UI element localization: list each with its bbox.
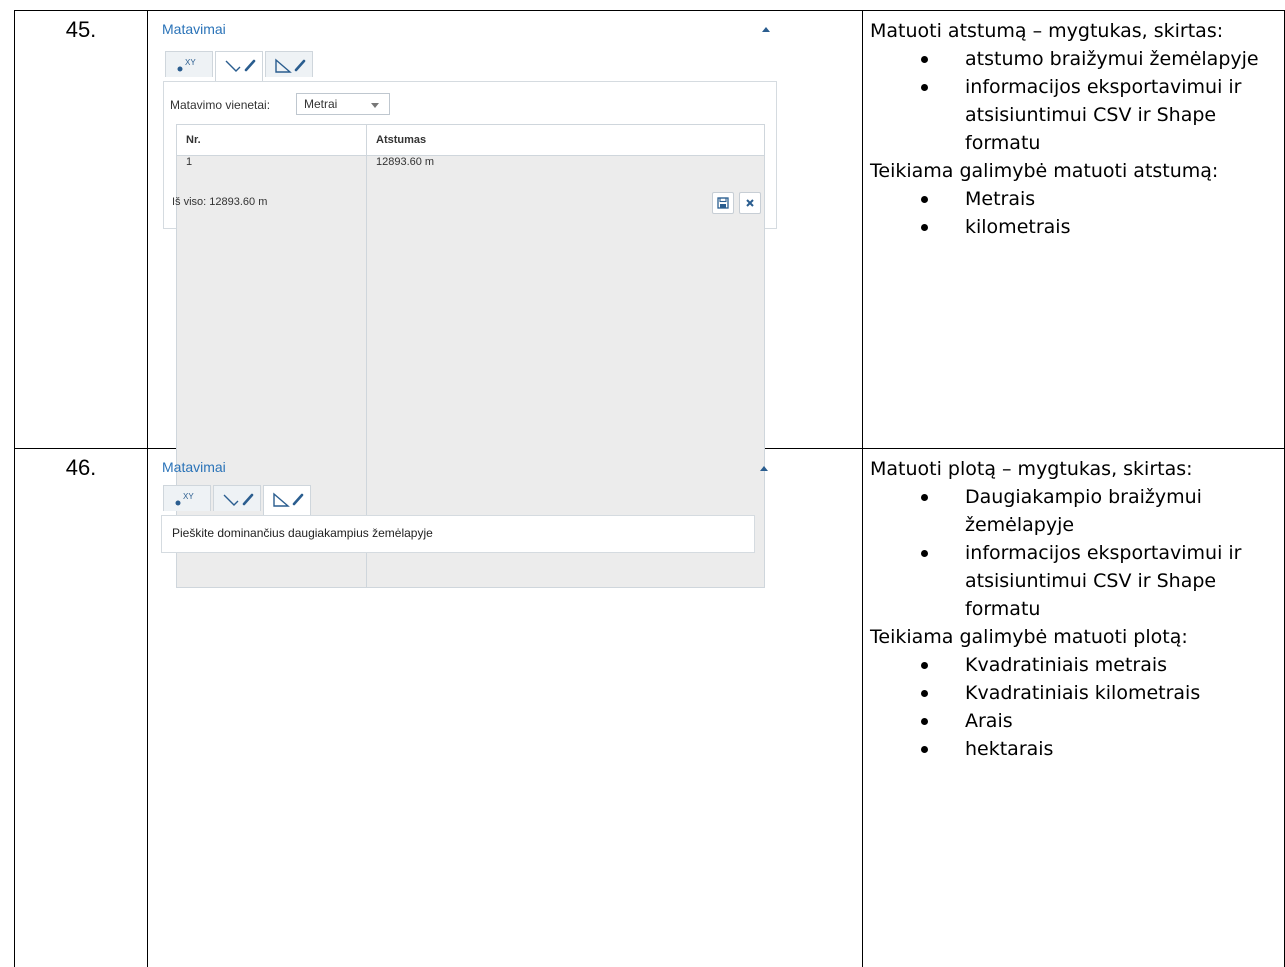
- description-cell: Matuoti plotą – mygtukas, skirtas: Daugi…: [863, 449, 1285, 967]
- drawing-hint: Pieškite dominančius daugiakampius žemėl…: [172, 526, 433, 540]
- row-number: 46.: [15, 449, 148, 967]
- panel-title: Matavimai: [162, 21, 226, 37]
- save-button[interactable]: [712, 192, 734, 214]
- list-item: Daugiakampio braižymui žemėlapyje: [965, 483, 1280, 539]
- collapse-icon[interactable]: [762, 27, 770, 32]
- purpose-list: atstumo braižymui žemėlapyje informacijo…: [870, 45, 1280, 157]
- chevron-down-icon: [371, 103, 379, 108]
- screenshot-cell: Matavimai XY: [148, 11, 863, 449]
- screenshot-cell: Matavimai XY: [148, 449, 863, 967]
- options-list: Metrais kilometrais: [870, 185, 1280, 241]
- description-intro: Matuoti atstumą – mygtukas, skirtas:: [870, 17, 1280, 45]
- column-header-nr: Nr.: [177, 125, 367, 156]
- measurement-panel-distance: Matavimai XY: [148, 11, 863, 442]
- units-select-value: Metrai: [304, 97, 337, 111]
- measurement-tabs: XY: [163, 485, 313, 515]
- area-measure-icon: [272, 55, 308, 77]
- save-icon: [717, 197, 729, 209]
- collapse-icon[interactable]: [760, 466, 768, 471]
- tab-point-xy[interactable]: XY: [163, 485, 211, 511]
- measurement-content: Pieškite dominančius daugiakampius žemėl…: [161, 515, 755, 553]
- purpose-list: Daugiakampio braižymui žemėlapyje inform…: [870, 483, 1280, 623]
- table-header-row: Nr. Atstumas: [177, 125, 765, 156]
- description-intro: Matuoti plotą – mygtukas, skirtas:: [870, 455, 1280, 483]
- total-distance: Iš viso: 12893.60 m: [172, 196, 267, 208]
- options-intro: Teikiama galimybė matuoti atstumą:: [870, 157, 1280, 185]
- line-measure-icon: [222, 55, 258, 77]
- document-table: 45. Matavimai XY: [14, 10, 1285, 967]
- list-item: Metrais: [965, 185, 1280, 213]
- point-xy-icon: XY: [170, 489, 204, 509]
- options-list: Kvadratiniais metrais Kvadratiniais kilo…: [870, 651, 1280, 763]
- units-select[interactable]: Metrai: [296, 93, 390, 115]
- clear-button[interactable]: [739, 192, 761, 214]
- line-measure-icon: [220, 489, 256, 511]
- description-cell: Matuoti atstumą – mygtukas, skirtas: ats…: [863, 11, 1285, 449]
- tab-area-measure[interactable]: [265, 51, 313, 77]
- units-label: Matavimo vienetai:: [170, 98, 270, 112]
- measurement-panel-area: Matavimai XY: [148, 449, 863, 961]
- measurement-content: Matavimo vienetai: Metrai Nr. Atstumas 1…: [163, 81, 777, 229]
- list-item: informacijos eksportavimui ir atsisiunti…: [965, 73, 1280, 157]
- tab-line-measure[interactable]: [213, 485, 261, 511]
- list-item: Kvadratiniais kilometrais: [965, 679, 1280, 707]
- point-xy-icon: XY: [172, 55, 206, 75]
- tab-line-measure[interactable]: [215, 51, 263, 81]
- svg-text:XY: XY: [183, 492, 194, 501]
- close-icon: [745, 198, 755, 208]
- area-measure-icon: [270, 489, 306, 511]
- list-item: atstumo braižymui žemėlapyje: [965, 45, 1280, 73]
- column-header-distance: Atstumas: [367, 125, 765, 156]
- list-item: Arais: [965, 707, 1280, 735]
- measurement-tabs: XY: [165, 51, 315, 81]
- options-intro: Teikiama galimybė matuoti plotą:: [870, 623, 1280, 651]
- list-item: hektarais: [965, 735, 1280, 763]
- tab-point-xy[interactable]: XY: [165, 51, 213, 77]
- list-item: informacijos eksportavimui ir atsisiunti…: [965, 539, 1280, 623]
- panel-title: Matavimai: [162, 459, 226, 475]
- row-number: 45.: [15, 11, 148, 449]
- list-item: Kvadratiniais metrais: [965, 651, 1280, 679]
- document-row-45: 45. Matavimai XY: [15, 11, 1285, 449]
- list-item: kilometrais: [965, 213, 1280, 241]
- document-row-46: 46. Matavimai XY: [15, 449, 1285, 967]
- tab-area-measure[interactable]: [263, 485, 311, 515]
- svg-text:XY: XY: [185, 58, 196, 67]
